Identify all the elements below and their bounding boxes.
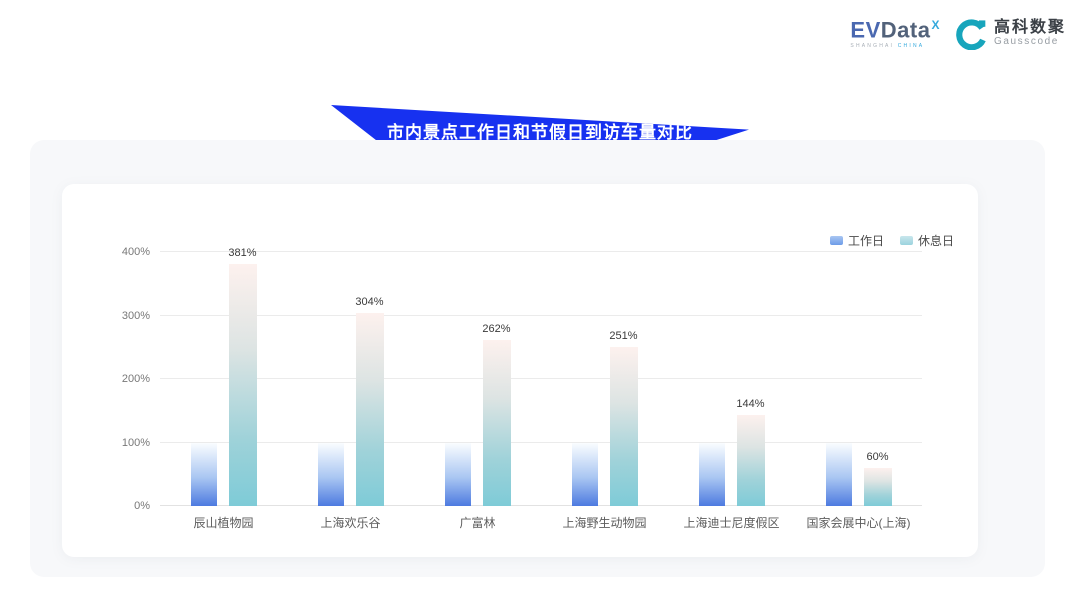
y-axis-tick-label: 100% <box>122 437 150 449</box>
workday-bar[interactable] <box>699 443 725 507</box>
x-axis-labels: 辰山植物园上海欢乐谷广富林上海野生动物园上海迪士尼度假区国家会展中心(上海) <box>160 514 922 531</box>
gausscode-cn-name: 高科数聚 <box>994 20 1066 37</box>
legend-label-restday: 休息日 <box>918 232 954 249</box>
bar-column: 262% <box>414 252 541 506</box>
legend-label-workday: 工作日 <box>848 232 884 249</box>
restday-bar[interactable]: 144% <box>737 415 765 506</box>
x-axis-category-label: 上海野生动物园 <box>541 514 668 531</box>
evdata-subtext: SHANGHAI CHINA <box>850 44 940 49</box>
bar-column: 304% <box>287 252 414 506</box>
y-axis-tick-label: 0% <box>134 500 150 512</box>
header-logos: EVDataX SHANGHAI CHINA 高科数聚 Gausscode <box>850 18 1066 50</box>
restday-bar[interactable]: 262% <box>483 340 511 506</box>
bar-value-label: 144% <box>736 398 764 410</box>
x-axis-category-label: 上海迪士尼度假区 <box>668 514 795 531</box>
gausscode-en-name: Gausscode <box>994 37 1066 48</box>
workday-bar[interactable] <box>826 443 852 507</box>
bar-value-label: 251% <box>609 330 637 342</box>
legend-item-workday[interactable]: 工作日 <box>830 232 884 249</box>
chart-plot-area: 0%100%200%300%400% 381%304%262%251%144%6… <box>160 252 922 506</box>
content-panel: 工作日 休息日 0% 100% 200% 300% 400% 381% 304% 262% 2… <box>30 140 1045 577</box>
restday-bar[interactable]: 304% <box>356 313 384 506</box>
bar-value-label: 60% <box>866 451 888 463</box>
chart-card: 工作日 休息日 0% 100% 200% 300% 400% 381% 304% 262% 2… <box>62 184 978 557</box>
restday-swatch-icon <box>900 236 913 245</box>
bar-column: 144% <box>668 252 795 506</box>
restday-bar[interactable]: 381% <box>229 264 257 506</box>
x-axis-category-label: 国家会展中心(上海) <box>795 514 922 531</box>
x-axis-category-label: 广富林 <box>414 514 541 531</box>
workday-bar[interactable] <box>445 443 471 507</box>
workday-bar[interactable] <box>191 443 217 507</box>
bar-column: 381% <box>160 252 287 506</box>
y-axis-tick-label: 200% <box>122 373 150 385</box>
bar-column: 251% <box>541 252 668 506</box>
evdata-logo: EVDataX SHANGHAI CHINA <box>850 19 940 48</box>
evdata-ev: EV <box>850 18 880 43</box>
evdata-subtext-china: CHINA <box>898 43 925 49</box>
restday-bar[interactable]: 251% <box>610 347 638 506</box>
gausscode-logo: 高科数聚 Gausscode <box>956 18 1066 50</box>
workday-swatch-icon <box>830 236 843 245</box>
gausscode-ring-icon <box>956 18 988 50</box>
evdata-wordmark: EVDataX <box>850 19 940 41</box>
bar-value-label: 262% <box>482 323 510 335</box>
workday-bar[interactable] <box>572 443 598 507</box>
evdata-subtext-shanghai: SHANGHAI <box>850 43 897 49</box>
y-axis-tick-label: 400% <box>122 246 150 258</box>
plot-columns: 381% 304% 262% 251% 144% 60% <box>160 252 922 506</box>
chart-legend: 工作日 休息日 <box>830 232 954 249</box>
y-axis-tick-label: 300% <box>122 310 150 322</box>
gausscode-text: 高科数聚 Gausscode <box>994 20 1066 47</box>
evdata-data: Data <box>881 18 931 43</box>
workday-bar[interactable] <box>318 443 344 507</box>
bar-value-label: 381% <box>228 247 256 259</box>
x-axis-category-label: 上海欢乐谷 <box>287 514 414 531</box>
bar-column: 60% <box>795 252 922 506</box>
legend-item-restday[interactable]: 休息日 <box>900 232 954 249</box>
restday-bar[interactable]: 60% <box>864 468 892 506</box>
evdata-x-icon: X <box>931 18 940 32</box>
x-axis-category-label: 辰山植物园 <box>160 514 287 531</box>
bar-value-label: 304% <box>355 296 383 308</box>
